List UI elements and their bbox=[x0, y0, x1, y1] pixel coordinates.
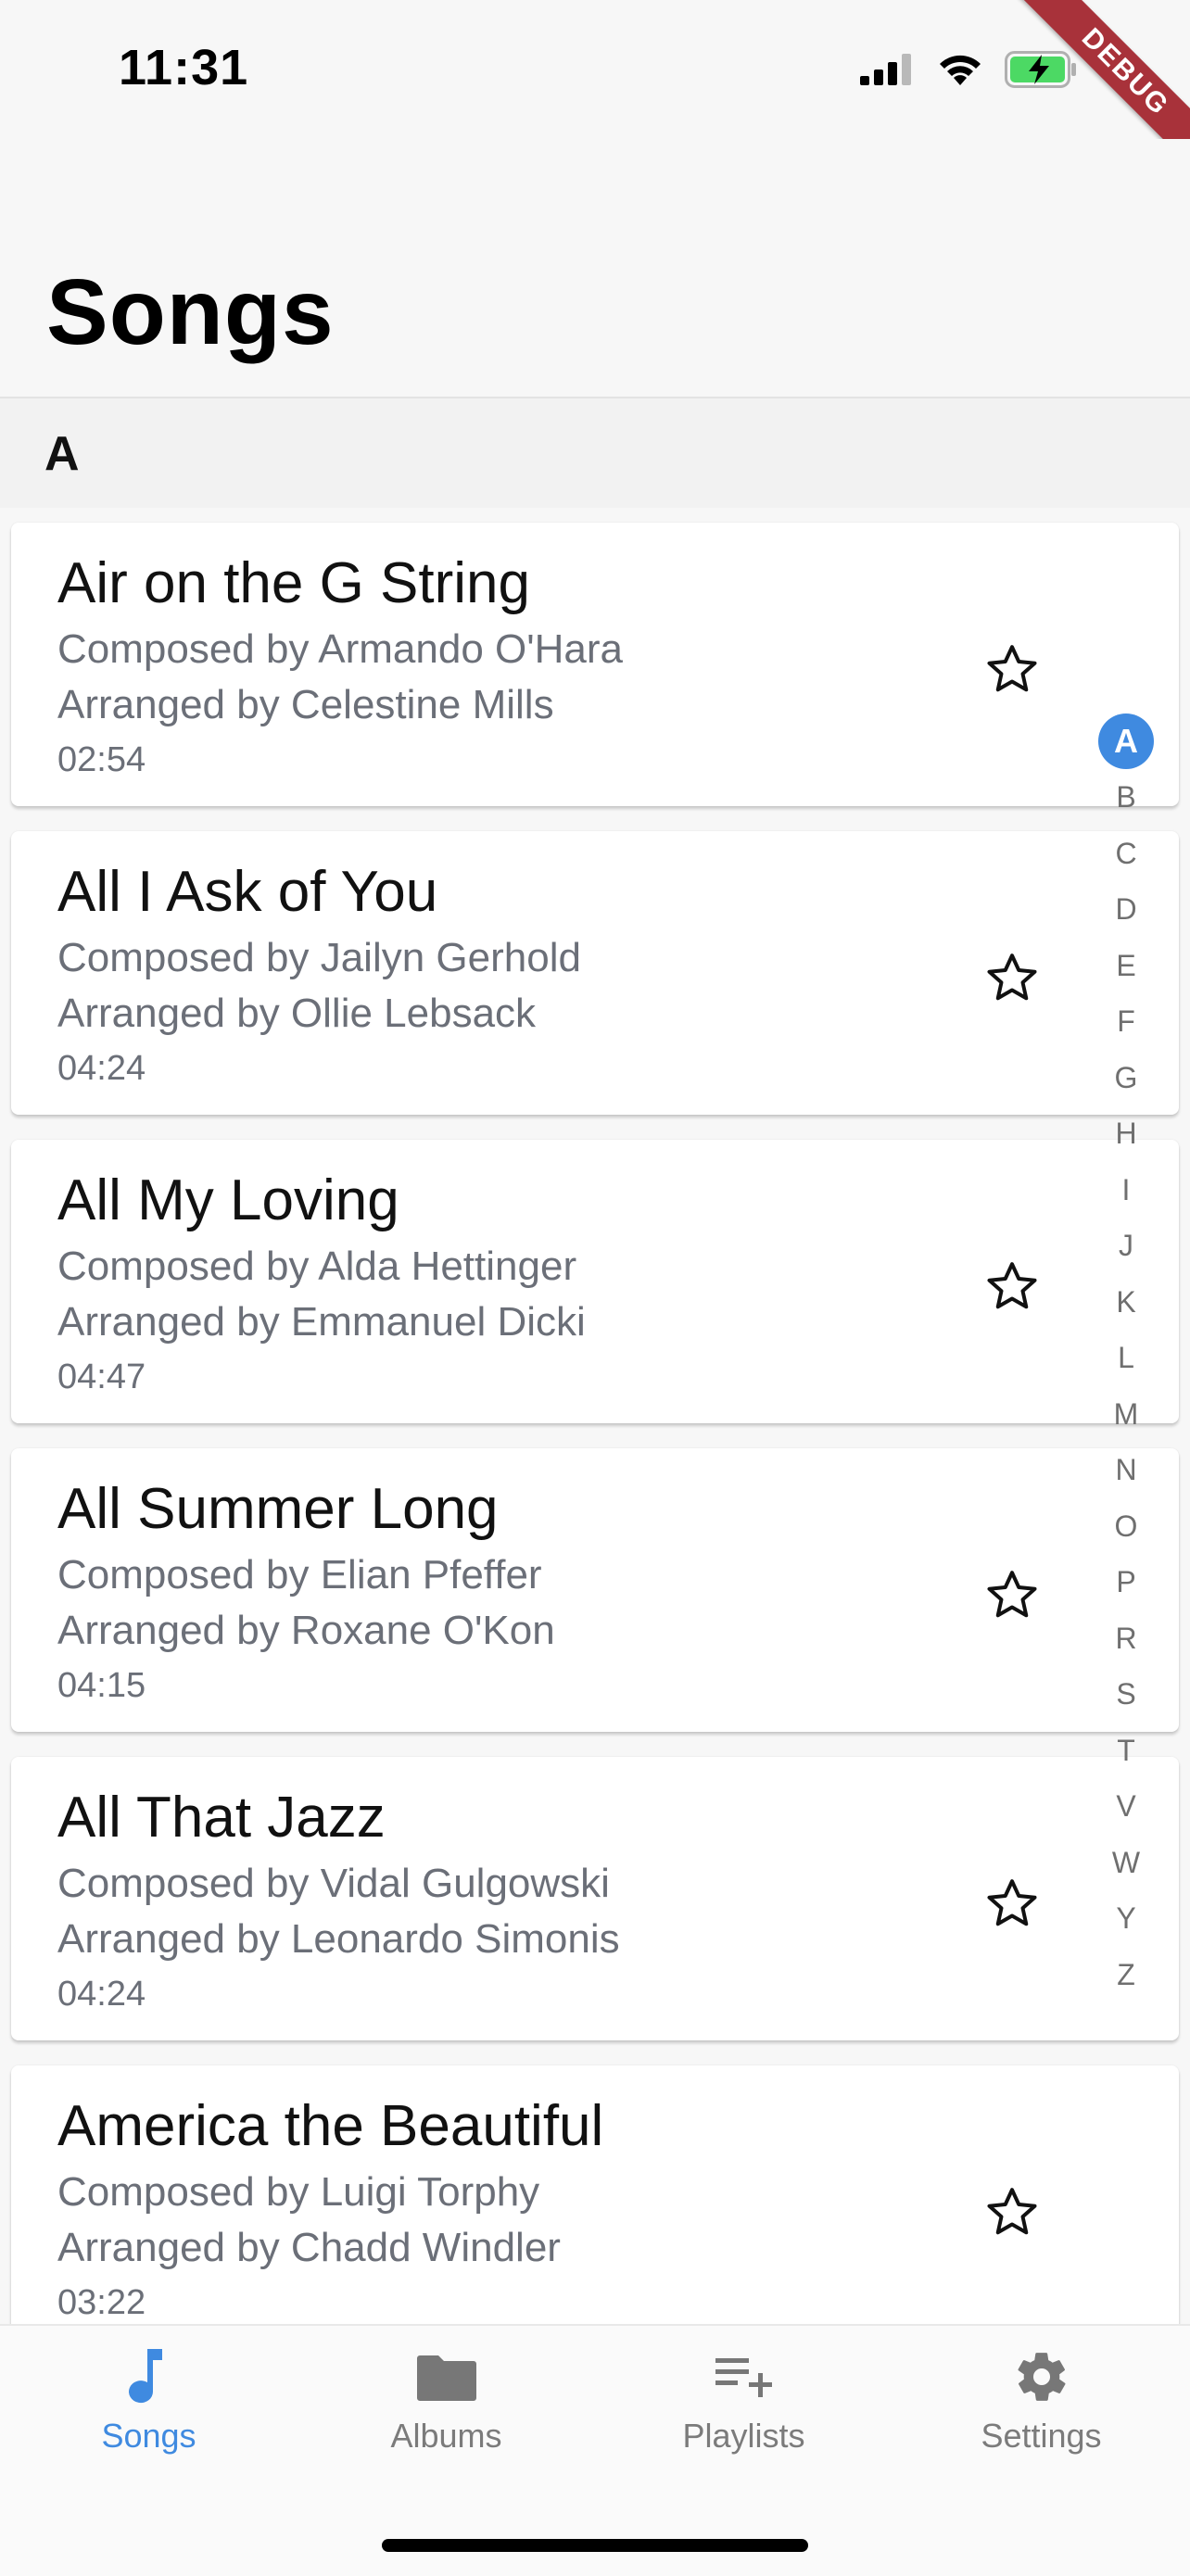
star-outline-icon bbox=[987, 1879, 1037, 1926]
alphabet-index-letter[interactable]: T bbox=[1098, 1723, 1154, 1779]
star-outline-icon bbox=[987, 1262, 1037, 1309]
tab-label: Settings bbox=[981, 2417, 1102, 2455]
star-outline-icon bbox=[987, 953, 1037, 1001]
song-title: America the Beautiful bbox=[57, 2094, 604, 2158]
alphabet-index-letter[interactable]: Z bbox=[1098, 1947, 1154, 2003]
tab-songs[interactable]: Songs bbox=[0, 2344, 298, 2483]
song-title: All Summer Long bbox=[57, 1477, 499, 1541]
song-composer: Composed by Jailyn Gerhold bbox=[57, 935, 581, 980]
song-composer: Composed by Armando O'Hara bbox=[57, 626, 624, 672]
song-card[interactable]: All My Loving Composed by Alda Hettinger… bbox=[11, 1140, 1179, 1423]
song-composer: Composed by Elian Pfeffer bbox=[57, 1552, 542, 1597]
song-card[interactable]: America the Beautiful Composed by Luigi … bbox=[11, 2065, 1179, 2324]
song-arranger: Arranged by Celestine Mills bbox=[57, 682, 554, 727]
star-outline-icon bbox=[987, 645, 1037, 692]
alphabet-index-letter[interactable]: D bbox=[1098, 881, 1154, 938]
section-letter: A bbox=[44, 427, 80, 481]
tab-label: Albums bbox=[390, 2417, 502, 2455]
alphabet-index-letter[interactable]: B bbox=[1098, 769, 1154, 826]
song-card[interactable]: All That Jazz Composed by Vidal Gulgowsk… bbox=[11, 1757, 1179, 2040]
song-arranger: Arranged by Leonardo Simonis bbox=[57, 1916, 620, 1962]
song-arranger: Arranged by Emmanuel Dicki bbox=[57, 1299, 586, 1345]
song-card[interactable]: All Summer Long Composed by Elian Pfeffe… bbox=[11, 1448, 1179, 1732]
playlist-add-icon bbox=[712, 2344, 777, 2409]
song-arranger: Arranged by Chadd Windler bbox=[57, 2225, 561, 2270]
song-arranger: Arranged by Ollie Lebsack bbox=[57, 991, 537, 1036]
alphabet-index-letter[interactable]: Y bbox=[1098, 1890, 1154, 1947]
status-time: 11:31 bbox=[119, 40, 249, 95]
song-list[interactable]: Air on the G String Composed by Armando … bbox=[0, 508, 1190, 2324]
section-header: A bbox=[0, 398, 1190, 508]
favorite-star-button[interactable] bbox=[975, 1249, 1049, 1323]
gear-icon bbox=[1009, 2344, 1074, 2409]
tab-label: Songs bbox=[101, 2417, 196, 2455]
music-note-icon bbox=[117, 2344, 182, 2409]
alphabet-index-letter[interactable]: I bbox=[1098, 1162, 1154, 1219]
alphabet-index-letter[interactable]: M bbox=[1098, 1386, 1154, 1443]
alphabet-index-letter[interactable]: L bbox=[1098, 1330, 1154, 1386]
favorite-star-button[interactable] bbox=[975, 1558, 1049, 1632]
page-title: Songs bbox=[46, 260, 335, 364]
alphabet-index-letter[interactable]: F bbox=[1098, 993, 1154, 1050]
song-duration: 02:54 bbox=[57, 740, 146, 779]
song-composer: Composed by Alda Hettinger bbox=[57, 1244, 577, 1289]
favorite-star-button[interactable] bbox=[975, 1866, 1049, 1940]
alphabet-index-letter[interactable]: C bbox=[1098, 826, 1154, 882]
tab-albums[interactable]: Albums bbox=[298, 2344, 595, 2483]
song-composer: Composed by Luigi Torphy bbox=[57, 2169, 540, 2215]
star-outline-icon bbox=[987, 1571, 1037, 1618]
wifi-icon bbox=[936, 52, 984, 92]
alphabet-index-letter[interactable]: H bbox=[1098, 1105, 1154, 1162]
alphabet-index[interactable]: A B C D E F G H I J K L M N O P R S T V … bbox=[1094, 713, 1158, 2002]
tab-settings[interactable]: Settings bbox=[892, 2344, 1190, 2483]
alphabet-index-letter[interactable]: S bbox=[1098, 1666, 1154, 1723]
song-title: All I Ask of You bbox=[57, 860, 438, 924]
alphabet-index-letter[interactable]: R bbox=[1098, 1610, 1154, 1667]
song-duration: 03:22 bbox=[57, 2283, 146, 2322]
song-title: Air on the G String bbox=[57, 551, 531, 615]
favorite-star-button[interactable] bbox=[975, 632, 1049, 706]
song-card[interactable]: All I Ask of You Composed by Jailyn Gerh… bbox=[11, 831, 1179, 1115]
song-duration: 04:24 bbox=[57, 1975, 146, 2014]
alphabet-index-letter[interactable]: J bbox=[1098, 1218, 1154, 1274]
tab-playlists[interactable]: Playlists bbox=[595, 2344, 892, 2483]
folder-icon bbox=[414, 2344, 479, 2409]
page-header: Songs bbox=[0, 139, 1190, 398]
tab-bar: Songs Albums Playlists Settings bbox=[0, 2324, 1190, 2576]
tab-label: Playlists bbox=[682, 2417, 805, 2455]
favorite-star-button[interactable] bbox=[975, 941, 1049, 1015]
alphabet-index-letter-active[interactable]: A bbox=[1098, 713, 1154, 769]
alphabet-index-letter[interactable]: V bbox=[1098, 1778, 1154, 1835]
song-duration: 04:15 bbox=[57, 1666, 146, 1705]
home-indicator bbox=[382, 2539, 808, 2552]
alphabet-index-letter[interactable]: K bbox=[1098, 1274, 1154, 1331]
song-card[interactable]: Air on the G String Composed by Armando … bbox=[11, 523, 1179, 806]
song-title: All My Loving bbox=[57, 1168, 399, 1232]
alphabet-index-letter[interactable]: G bbox=[1098, 1050, 1154, 1106]
song-title: All That Jazz bbox=[57, 1786, 386, 1850]
alphabet-index-letter[interactable]: P bbox=[1098, 1554, 1154, 1610]
song-composer: Composed by Vidal Gulgowski bbox=[57, 1861, 610, 1906]
alphabet-index-letter[interactable]: E bbox=[1098, 938, 1154, 994]
alphabet-index-letter[interactable]: N bbox=[1098, 1442, 1154, 1498]
favorite-star-button[interactable] bbox=[975, 2175, 1049, 2249]
alphabet-index-letter[interactable]: W bbox=[1098, 1835, 1154, 1891]
song-duration: 04:47 bbox=[57, 1357, 146, 1396]
song-duration: 04:24 bbox=[57, 1049, 146, 1088]
status-bar: 11:31 DEBUG bbox=[0, 0, 1190, 179]
alphabet-index-letter[interactable]: O bbox=[1098, 1498, 1154, 1555]
star-outline-icon bbox=[987, 2188, 1037, 2235]
song-arranger: Arranged by Roxane O'Kon bbox=[57, 1608, 555, 1653]
cellular-signal-icon bbox=[860, 54, 916, 90]
